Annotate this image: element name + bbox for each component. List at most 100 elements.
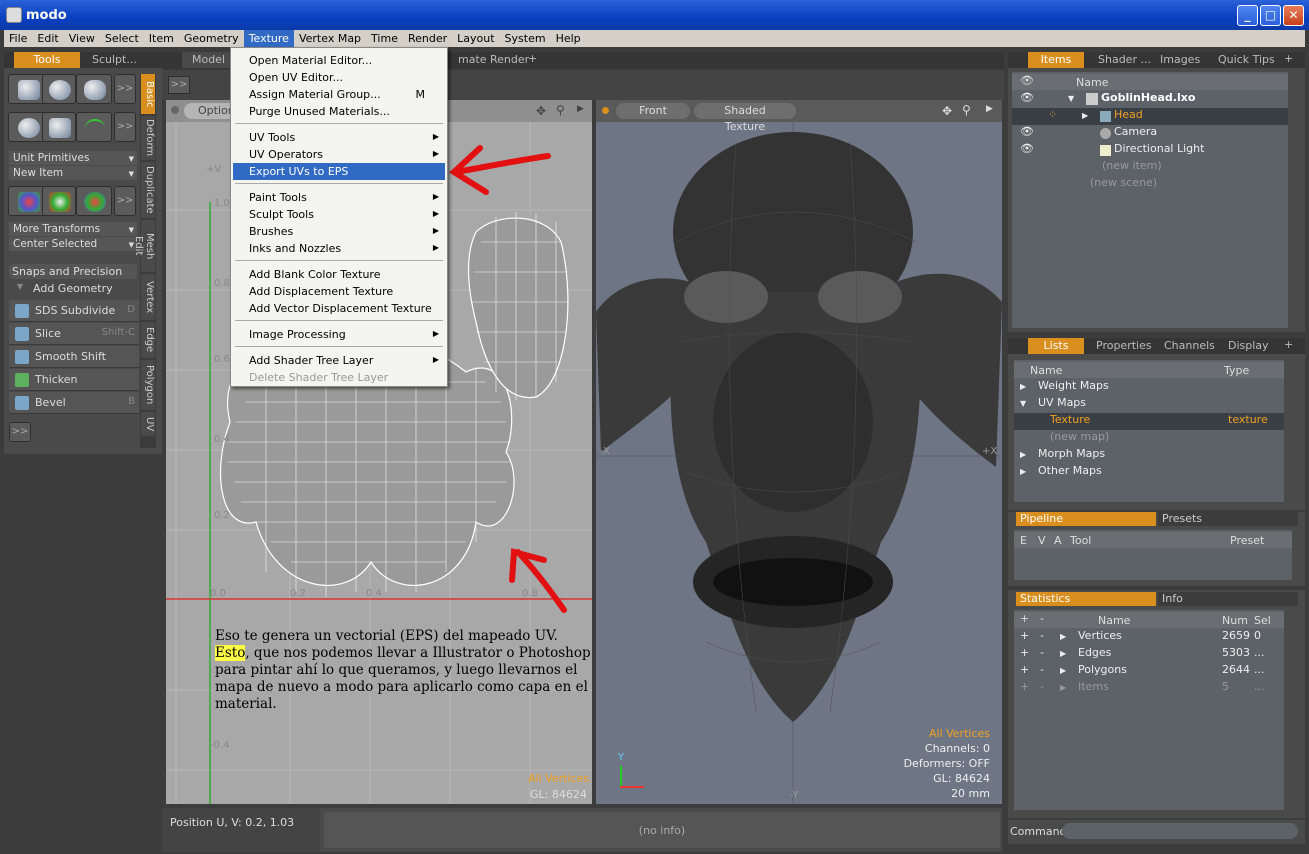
menu-image-processing[interactable]: Image Processing ▶ [233,326,445,343]
zoom-icon[interactable]: ⚲ [962,103,971,117]
more-curves-button[interactable]: >> [114,112,136,142]
vtab-mesh-edit[interactable]: Mesh Edit [133,220,155,272]
expand-arrow-icon[interactable]: ▶ [1020,450,1026,459]
tab-model[interactable]: Model [182,52,236,68]
viewport-active-dot-icon[interactable] [602,107,609,114]
menu-sculpt-tools[interactable]: Sculpt Tools ▶ [233,206,445,223]
expand-arrow-icon[interactable]: ▶ [1020,467,1026,476]
tab-images[interactable]: Images [1150,52,1210,68]
menu-geometry[interactable]: Geometry [179,30,244,47]
command-input[interactable] [1062,823,1298,839]
list-uv-maps[interactable]: ▼ UV Maps [1014,396,1284,413]
expand-arrow-icon[interactable]: ▶ [1060,649,1066,658]
tab-quick-tips[interactable]: Quick Tips [1208,52,1285,68]
curve-tool-button[interactable] [76,112,112,142]
add-tab-icon[interactable]: + [1284,338,1293,354]
menu-inks-and-nozzles[interactable]: Inks and Nozzles ▶ [233,240,445,257]
rotate-tool-button[interactable] [42,186,76,216]
tab-display[interactable]: Display [1218,338,1279,354]
add-all-icon[interactable]: + [1020,612,1029,625]
vtab-basic[interactable]: Basic [141,74,155,114]
menu-vertex-map[interactable]: Vertex Map [294,30,366,47]
menu-select[interactable]: Select [100,30,144,47]
list-weight-maps[interactable]: ▶ Weight Maps [1014,379,1284,396]
snaps-precision-button[interactable]: Snaps and Precision [9,264,137,279]
more-transforms-button[interactable]: >> [114,186,136,216]
3d-viewport[interactable]: Front Shaded Texture ✥ ⚲ ▶ -X +X -Y Y Al… [596,100,1002,804]
close-button[interactable]: ✕ [1283,5,1304,26]
expand-arrow-icon[interactable]: ▶ [1082,111,1088,120]
tab-info[interactable]: Info [1158,592,1298,606]
zoom-icon[interactable]: ⚲ [556,103,565,117]
expand-tools-button[interactable]: >> [9,422,31,442]
tab-presets[interactable]: Presets [1158,512,1298,526]
menu-uv-tools[interactable]: UV Tools ▶ [233,129,445,146]
visibility-eye-icon[interactable]: 👁 [1020,91,1034,104]
visibility-eye-icon[interactable]: 👁 [1020,125,1034,138]
pan-icon[interactable]: ✥ [942,104,952,118]
more-transforms-dropdown[interactable]: More Transforms [9,222,137,237]
viewport-menu-icon[interactable] [171,106,179,114]
viewport-arrow-icon[interactable]: ▶ [986,104,993,114]
tree-item-camera[interactable]: 👁 Camera [1012,125,1288,142]
lock-icon[interactable]: ⁘ [1048,108,1057,121]
menu-add-shader-tree-layer[interactable]: Add Shader Tree Layer ▶ [233,352,445,369]
menu-texture[interactable]: Texture [243,30,294,47]
more-primitives-button[interactable]: >> [114,74,136,104]
remove-icon[interactable]: - [1040,680,1044,693]
remove-icon[interactable]: - [1040,629,1044,642]
capsule-tool-button[interactable] [42,112,76,142]
list-other-maps[interactable]: ▶ Other Maps [1014,464,1284,481]
slice-tool[interactable]: Slice Shift-C [9,323,139,345]
tab-pipeline[interactable]: Pipeline [1016,512,1156,526]
menu-add-vector-displacement-texture[interactable]: Add Vector Displacement Texture [233,300,445,317]
menu-add-blank-color-texture[interactable]: Add Blank Color Texture [233,266,445,283]
vtab-duplicate[interactable]: Duplicate [141,162,155,218]
menu-purge-unused-materials[interactable]: Purge Unused Materials... [233,103,445,120]
menu-open-uv-editor[interactable]: Open UV Editor... [233,69,445,86]
expand-arrow-icon[interactable]: ▶ [1060,666,1066,675]
unit-primitives-dropdown[interactable]: Unit Primitives [9,151,137,166]
vtab-deform[interactable]: Deform [141,116,155,160]
remove-icon[interactable]: - [1040,646,1044,659]
visibility-eye-icon[interactable]: 👁 [1020,142,1034,155]
collapse-arrow-icon[interactable]: ▼ [1020,399,1026,408]
vtab-uv[interactable]: UV [141,412,155,436]
menu-file[interactable]: File [4,30,32,47]
menu-assign-material-group[interactable]: Assign Material Group... M [233,86,445,103]
tree-item-light[interactable]: 👁 Directional Light [1012,142,1288,159]
tab-lists[interactable]: Lists [1028,338,1084,354]
tab-properties[interactable]: Properties [1086,338,1162,354]
stats-row-edges[interactable]: + - ▶ Edges 5303... [1014,646,1284,663]
add-icon[interactable]: + [1020,680,1029,693]
minimize-button[interactable]: _ [1237,5,1258,26]
list-morph-maps[interactable]: ▶ Morph Maps [1014,447,1284,464]
menu-item[interactable]: Item [144,30,179,47]
stats-row-vertices[interactable]: + - ▶ Vertices 2659 0 [1014,629,1284,646]
tab-tools[interactable]: Tools [14,52,80,68]
menu-layout[interactable]: Layout [452,30,499,47]
menu-uv-operators[interactable]: UV Operators ▶ [233,146,445,163]
cylinder-tool-button[interactable] [76,74,112,104]
bevel-tool[interactable]: Bevel B [9,392,139,414]
vtab-vertex[interactable]: Vertex [141,274,155,320]
tab-sculpt[interactable]: Sculpt... [82,52,147,68]
list-texture[interactable]: Texture texture [1014,413,1284,430]
new-item-dropdown[interactable]: New Item [9,166,137,181]
thicken-tool[interactable]: Thicken [9,369,139,391]
add-icon[interactable]: + [1020,663,1029,676]
add-tab-icon[interactable]: + [528,52,537,68]
vtab-edge[interactable]: Edge [141,322,155,358]
pan-icon[interactable]: ✥ [536,104,546,118]
expand-arrow-icon[interactable]: ▶ [1060,683,1066,692]
add-icon[interactable]: + [1020,629,1029,642]
sphere-tool-button[interactable] [42,74,76,104]
remove-icon[interactable]: - [1040,663,1044,676]
sds-subdivide-tool[interactable]: SDS Subdivide D [9,300,139,322]
menu-view[interactable]: View [64,30,100,47]
stats-row-items[interactable]: + - ▶ Items 5... [1014,680,1284,697]
menu-open-material-editor[interactable]: Open Material Editor... [233,52,445,69]
expand-arrow-icon[interactable]: ▶ [1060,632,1066,641]
tree-new-item[interactable]: (new item) [1012,159,1288,176]
menu-help[interactable]: Help [551,30,586,47]
